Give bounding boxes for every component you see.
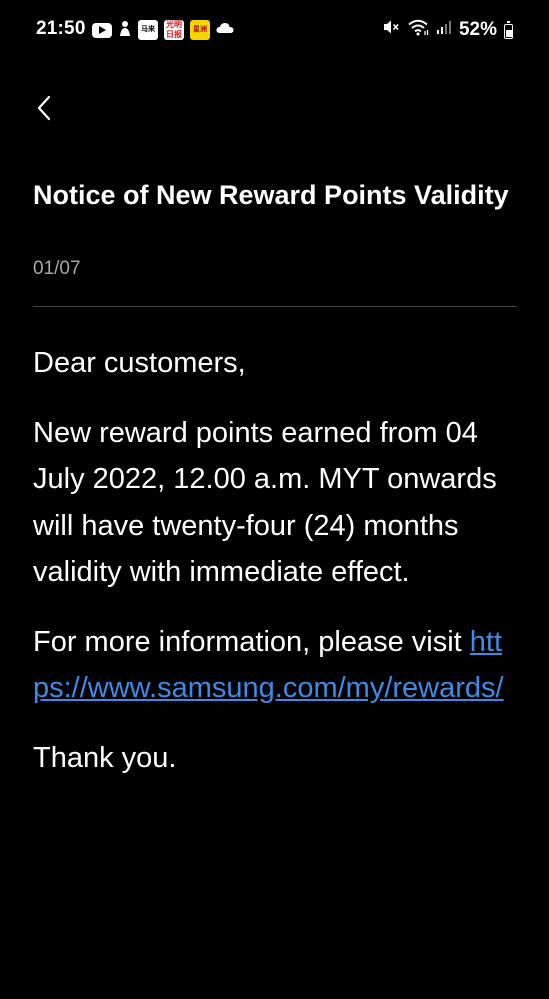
cloud-icon [216,21,234,39]
app-icon-label: 日报 [166,30,182,39]
notice-title: Notice of New Reward Points Validity [33,180,509,210]
greeting: Dear customers, [33,347,246,379]
notification-icon [118,19,132,42]
status-time: 21:50 [36,18,86,39]
chevron-left-icon [37,95,51,121]
notice-date: 01/07 [33,258,81,279]
battery-percent: 52% [458,19,497,40]
app-icon-label: 星洲 [193,26,207,33]
mute-icon [382,18,400,42]
app-icon-label: 光明 [166,20,182,29]
notification-icons: 马来 光明 日报 星洲 [92,19,234,41]
more-info: For more information, please visit https… [33,619,517,712]
notice-paragraph: New reward points earned from 04 July 20… [33,416,497,589]
signal-icon [436,19,452,41]
notice-body: Dear customers, New reward points earned… [33,340,517,804]
app-icon: 马来 [138,20,158,40]
app-icon: 星洲 [190,20,210,40]
wifi-icon [407,18,429,42]
status-bar: 21:50 马来 光明 日报 星洲 52% [0,0,549,60]
app-icon-label: 马来 [141,26,155,33]
youtube-icon [92,22,112,38]
system-status: 52% [382,18,513,42]
back-button[interactable] [24,88,64,128]
closing: Thank you. [33,741,177,774]
more-info-text: For more information, please visit [33,625,462,658]
app-icon: 光明 日报 [164,20,184,40]
battery-icon [504,20,513,39]
divider [33,306,517,307]
